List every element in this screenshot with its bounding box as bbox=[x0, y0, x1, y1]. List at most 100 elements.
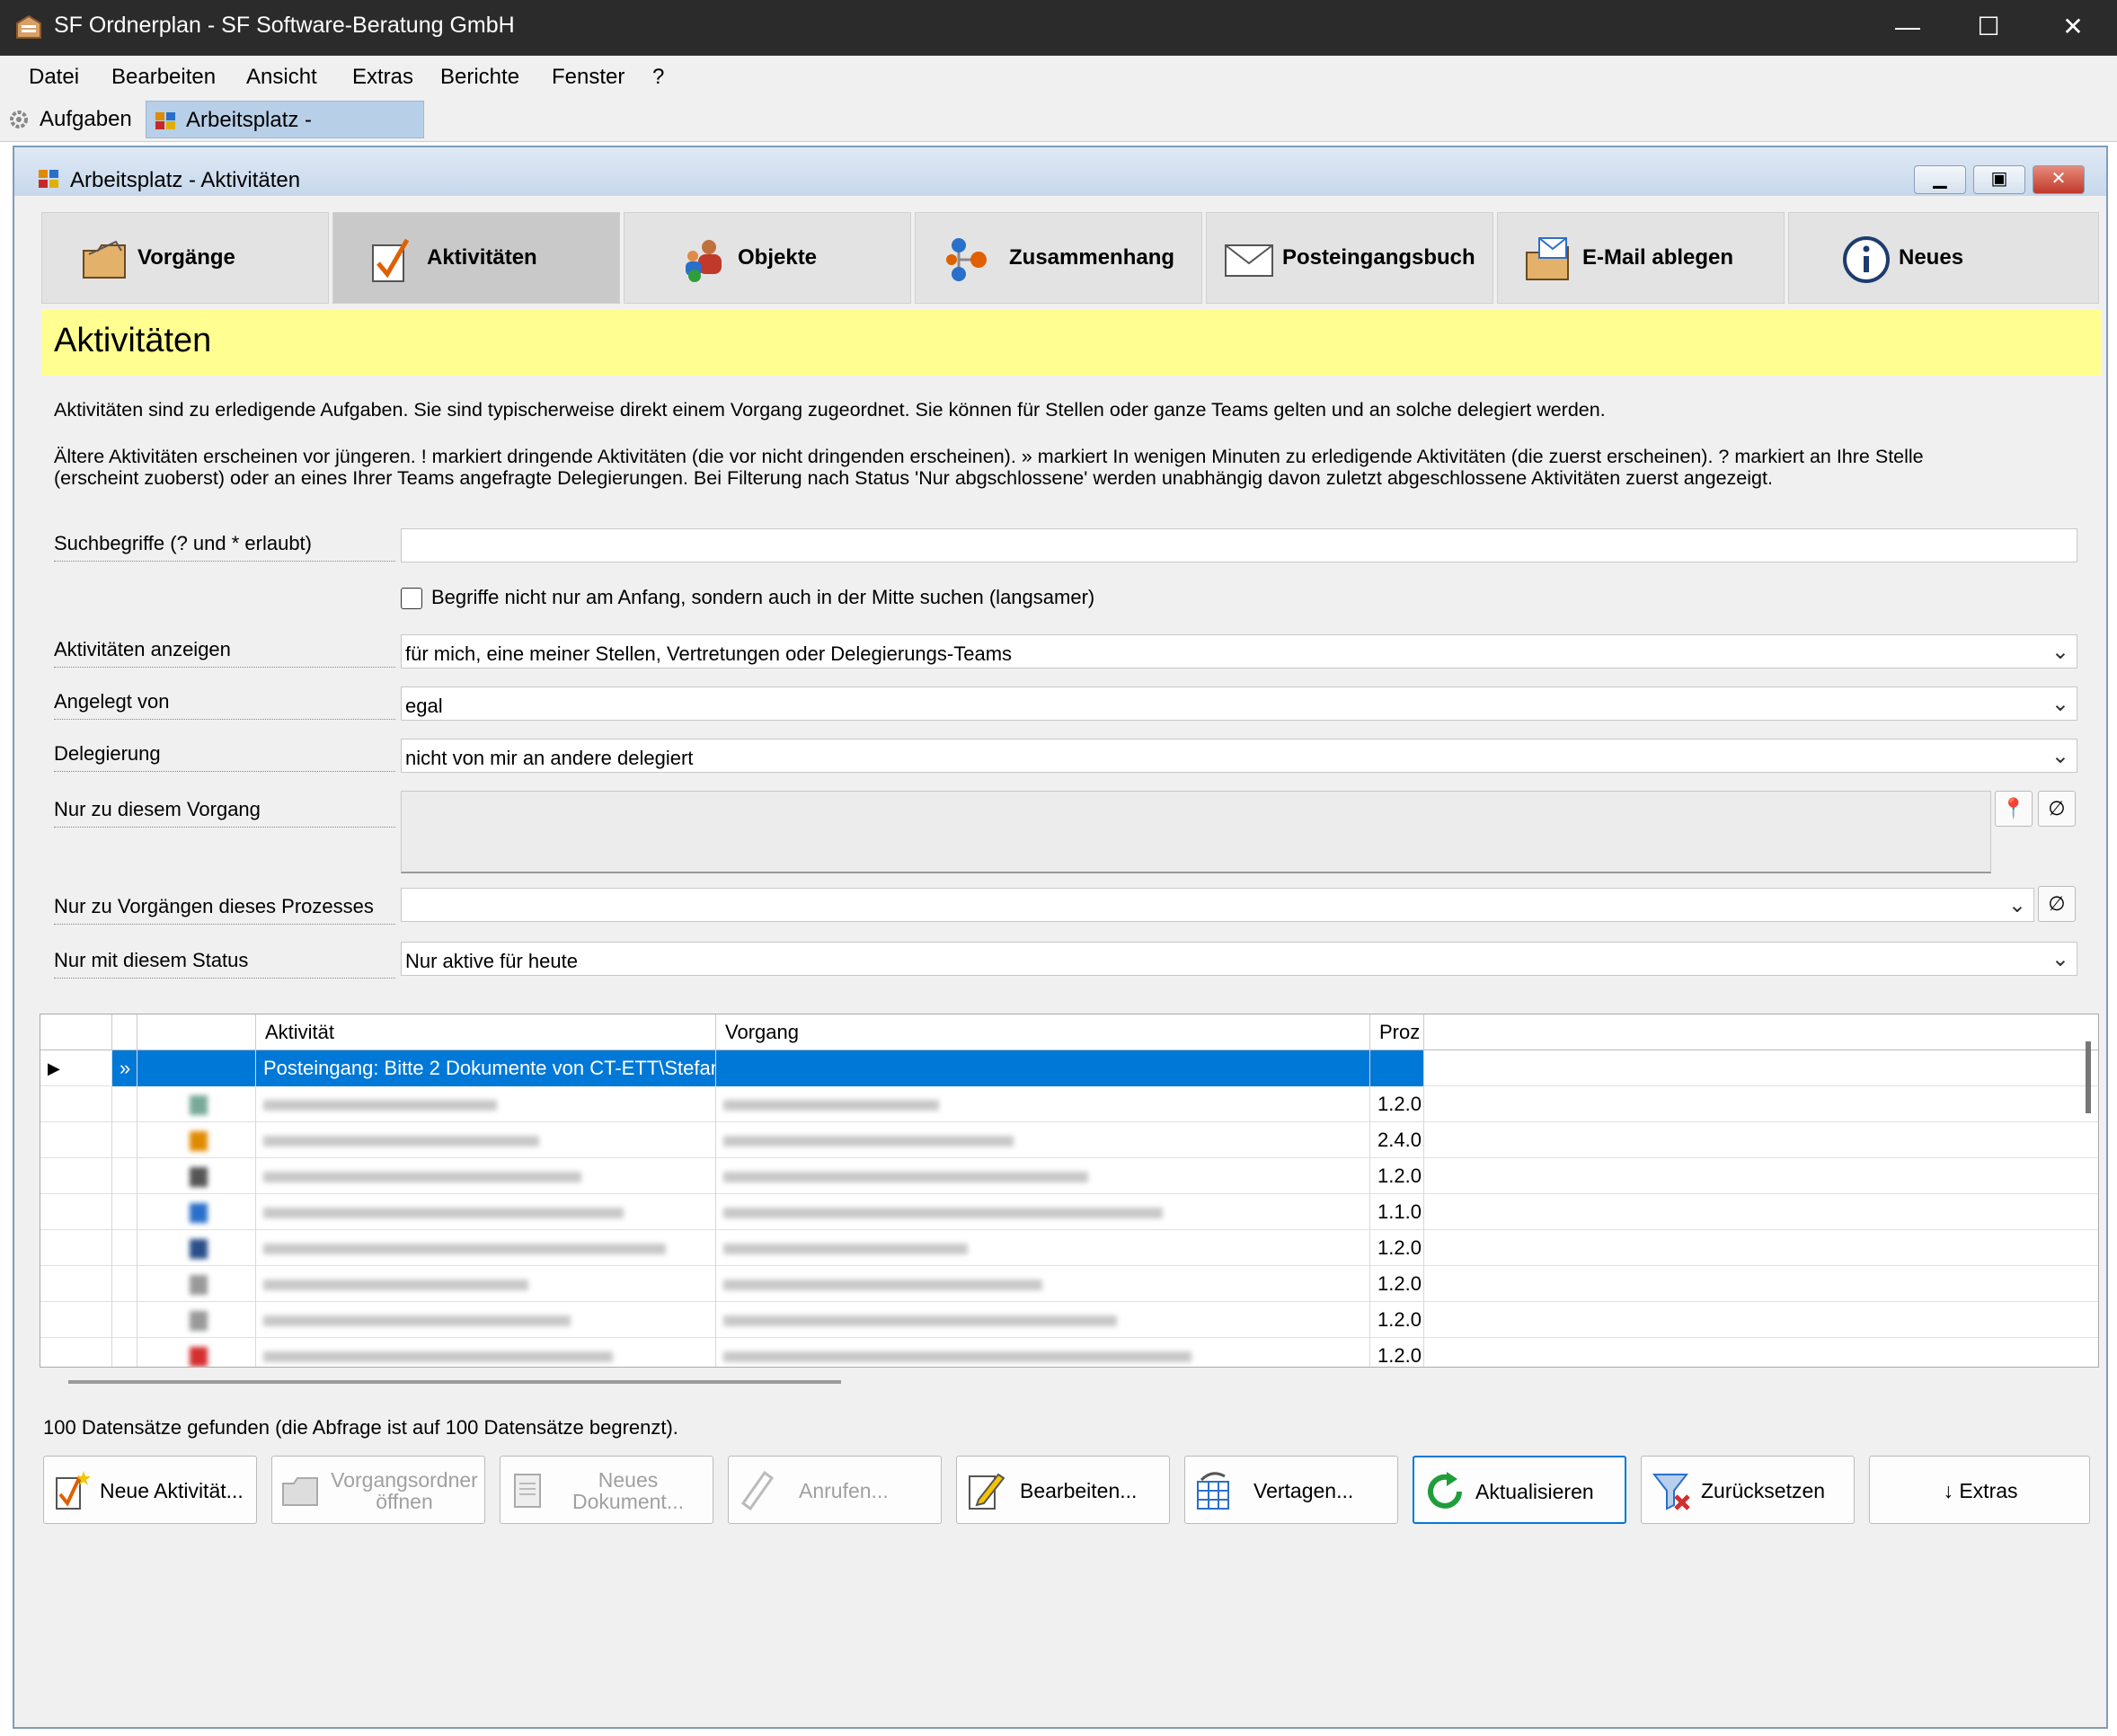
postpone-button[interactable]: Vertagen... bbox=[1184, 1456, 1398, 1524]
row-proz: 1.2.0 bbox=[1370, 1230, 1424, 1266]
table-row[interactable]: ▶» Posteingang: Bitte 2 Dokumente von CT-… bbox=[40, 1050, 2098, 1086]
chevron-down-icon: ⌄ bbox=[2051, 947, 2069, 971]
tab-arbeitsplatz[interactable]: Arbeitsplatz - Aktivitäten bbox=[146, 101, 424, 170]
table-row[interactable]: 1.2.0 bbox=[40, 1230, 2098, 1266]
vorgang-field[interactable] bbox=[401, 791, 1991, 873]
nav-tab-zusammenhang[interactable]: Zusammenhang bbox=[915, 212, 1202, 304]
extras-button[interactable]: ↓ Extras bbox=[1869, 1456, 2090, 1524]
row-flag bbox=[112, 1158, 137, 1194]
menu-help[interactable]: ? bbox=[652, 65, 664, 90]
row-flag bbox=[112, 1230, 137, 1266]
call-label: Anrufen... bbox=[799, 1479, 889, 1502]
horizontal-scrollbar[interactable] bbox=[68, 1380, 841, 1384]
open-folder-button[interactable]: Vorgangsordner öffnen bbox=[271, 1456, 485, 1524]
row-aktivitaet bbox=[256, 1158, 716, 1194]
midsearch-row: Begriffe nicht nur am Anfang, sondern au… bbox=[401, 586, 1479, 613]
status-select-value: Nur aktive für heute bbox=[405, 950, 578, 972]
header-aktivitaet[interactable]: Aktivität bbox=[256, 1014, 716, 1050]
new-document-button[interactable]: Neues Dokument... bbox=[500, 1456, 713, 1524]
nav-tab-email-ablegen[interactable]: E-Mail ablegen bbox=[1497, 212, 1785, 304]
table-row[interactable]: 1.2.0 bbox=[40, 1266, 2098, 1302]
redacted-text bbox=[723, 1100, 939, 1111]
deleg-select-value: nicht von mir an andere delegiert bbox=[405, 747, 694, 769]
row-vorgang bbox=[716, 1158, 1370, 1194]
row-selector bbox=[40, 1122, 112, 1158]
menu-fenster[interactable]: Fenster bbox=[552, 65, 624, 90]
mdi-title: Arbeitsplatz - Aktivitäten bbox=[70, 168, 301, 192]
calendar-icon bbox=[1197, 1472, 1229, 1510]
search-input[interactable] bbox=[401, 528, 2077, 562]
menu-bearbeiten[interactable]: Bearbeiten bbox=[111, 65, 216, 90]
show-label: Aktivitäten anzeigen bbox=[54, 638, 395, 668]
row-proz: 1.2.0 bbox=[1370, 1086, 1424, 1122]
mdi-close-button[interactable]: ✕ bbox=[2033, 165, 2085, 194]
deleg-select[interactable]: nicht von mir an andere delegiert ⌄ bbox=[401, 739, 2077, 773]
row-type-icon bbox=[190, 1347, 208, 1367]
row-flag bbox=[112, 1122, 137, 1158]
table-row[interactable]: 2.4.0. bbox=[40, 1122, 2098, 1158]
row-icon bbox=[137, 1194, 256, 1230]
row-icon bbox=[137, 1086, 256, 1122]
record-count: 100 Datensätze gefunden (die Abfrage ist… bbox=[43, 1416, 678, 1439]
app-icon bbox=[16, 14, 41, 39]
document-tabs: Aufgaben Arbeitsplatz - Aktivitäten bbox=[0, 97, 2117, 170]
row-flag bbox=[112, 1302, 137, 1338]
clear-prozess-button[interactable]: ∅ bbox=[2038, 886, 2076, 922]
table-row[interactable]: 1.2.0 bbox=[40, 1086, 2098, 1122]
minimize-button[interactable]: — bbox=[1876, 7, 1939, 47]
edit-label: Bearbeiten... bbox=[1020, 1479, 1138, 1502]
row-proz: 1.2.0 bbox=[1370, 1158, 1424, 1194]
row-type-icon bbox=[190, 1167, 208, 1187]
row-type-icon bbox=[190, 1239, 208, 1259]
clear-vorgang-button[interactable]: ∅ bbox=[2038, 791, 2076, 827]
nav-tab-vorgaenge[interactable]: Vorgänge bbox=[41, 212, 329, 304]
table-row[interactable]: 1.1.0. bbox=[40, 1194, 2098, 1230]
menu-extras[interactable]: Extras bbox=[352, 65, 413, 90]
new-activity-button[interactable]: Neue Aktivität... bbox=[43, 1456, 257, 1524]
show-select[interactable]: für mich, eine meiner Stellen, Vertretun… bbox=[401, 634, 2077, 669]
nav-tab-neues[interactable]: Neues bbox=[1788, 212, 2099, 304]
vertical-scrollbar[interactable] bbox=[2086, 1041, 2091, 1113]
header-proz[interactable]: Proz bbox=[1370, 1014, 1424, 1050]
envelope-icon bbox=[1225, 244, 1273, 277]
status-select[interactable]: Nur aktive für heute ⌄ bbox=[401, 942, 2077, 976]
nav-tab-objekte[interactable]: Objekte bbox=[624, 212, 911, 304]
activities-table[interactable]: Aktivität Vorgang Proz ▶» Posteingang: Bi… bbox=[40, 1014, 2099, 1368]
call-button[interactable]: Anrufen... bbox=[728, 1456, 942, 1524]
prozess-select[interactable]: ⌄ bbox=[401, 888, 2034, 922]
table-row[interactable]: 1.2.0 bbox=[40, 1158, 2098, 1194]
mdi-minimize-button[interactable]: ▁ bbox=[1914, 165, 1966, 194]
row-icon bbox=[137, 1338, 256, 1367]
redacted-text bbox=[263, 1100, 497, 1111]
workspace-icon bbox=[39, 170, 58, 188]
tab-aufgaben[interactable]: Aufgaben bbox=[0, 101, 142, 138]
filter-reset-icon bbox=[1652, 1474, 1690, 1510]
nav-tab-posteingangsbuch[interactable]: Posteingangsbuch bbox=[1206, 212, 1493, 304]
refresh-button[interactable]: Aktualisieren bbox=[1413, 1456, 1626, 1524]
header-vorgang[interactable]: Vorgang bbox=[716, 1014, 1370, 1050]
edit-button[interactable]: Bearbeiten... bbox=[956, 1456, 1170, 1524]
row-proz: 2.4.0. bbox=[1370, 1122, 1424, 1158]
row-aktivitaet bbox=[256, 1086, 716, 1122]
close-button[interactable]: ✕ bbox=[2042, 7, 2104, 47]
menu-ansicht[interactable]: Ansicht bbox=[246, 65, 317, 90]
maximize-button[interactable]: ☐ bbox=[1957, 7, 2020, 47]
pin-button[interactable]: 📍 bbox=[1995, 791, 2033, 827]
row-vorgang bbox=[716, 1050, 1370, 1086]
search-label: Suchbegriffe (? und * erlaubt) bbox=[54, 532, 395, 562]
menu-berichte[interactable]: Berichte bbox=[440, 65, 519, 90]
table-row[interactable]: 1.2.0 bbox=[40, 1338, 2098, 1367]
row-flag bbox=[112, 1086, 137, 1122]
mdi-restore-button[interactable]: ▣ bbox=[1973, 165, 2025, 194]
created-select[interactable]: egal ⌄ bbox=[401, 686, 2077, 721]
open-folder-label-1: Vorgangsordner bbox=[331, 1468, 478, 1492]
midsearch-checkbox[interactable] bbox=[401, 588, 422, 609]
reset-button[interactable]: Zurücksetzen bbox=[1641, 1456, 1855, 1524]
menu-datei[interactable]: Datei bbox=[29, 65, 79, 90]
table-row[interactable]: 1.2.0 bbox=[40, 1302, 2098, 1338]
nav-tab-aktivitaeten[interactable]: Aktivitäten bbox=[332, 212, 620, 304]
redacted-text bbox=[723, 1172, 1088, 1182]
row-selector bbox=[40, 1158, 112, 1194]
nav-tab-neues-label: Neues bbox=[1899, 245, 1964, 270]
row-proz: 1.2.0 bbox=[1370, 1338, 1424, 1367]
